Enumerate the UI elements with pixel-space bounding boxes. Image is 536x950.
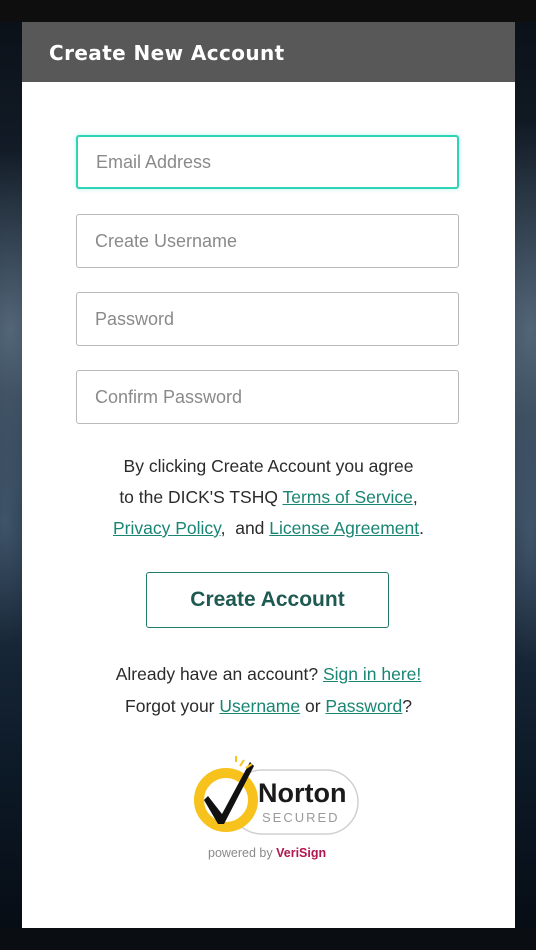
terms-text: By clicking Create Account you agree to … bbox=[52, 451, 485, 544]
signin-line: Already have an account? Sign in here! bbox=[42, 658, 495, 690]
norton-check-icon bbox=[194, 756, 258, 832]
terms-line-3: Privacy Policy, and License Agreement. bbox=[52, 513, 485, 544]
terms-comma: , bbox=[412, 487, 418, 507]
norton-brand-text: Norton bbox=[258, 778, 346, 808]
email-input[interactable] bbox=[78, 137, 457, 187]
terms-line-2: to the DICK'S TSHQ Terms of Service, bbox=[52, 482, 485, 513]
create-account-button[interactable]: Create Account bbox=[146, 572, 389, 628]
username-field[interactable] bbox=[76, 214, 459, 268]
confirm-password-field[interactable] bbox=[76, 370, 459, 424]
norton-secured-text: SECURED bbox=[262, 810, 340, 825]
password-input[interactable] bbox=[77, 293, 458, 345]
signin-text: Already have an account? Sign in here! F… bbox=[42, 658, 495, 722]
bottom-strip bbox=[0, 928, 536, 950]
terms-period: . bbox=[419, 518, 424, 538]
terms-prefix: to the DICK'S TSHQ bbox=[119, 487, 283, 507]
username-input[interactable] bbox=[77, 215, 458, 267]
forgot-password-link[interactable]: Password bbox=[325, 696, 402, 716]
signin-prefix: Already have an account? bbox=[115, 664, 323, 684]
top-strip bbox=[0, 0, 536, 22]
verisign-brand: VeriSign bbox=[276, 846, 326, 860]
password-field[interactable] bbox=[76, 292, 459, 346]
email-field[interactable] bbox=[76, 135, 459, 189]
privacy-policy-link[interactable]: Privacy Policy bbox=[113, 518, 221, 538]
forgot-or: or bbox=[300, 696, 326, 716]
norton-badge-graphic: Norton SECURED powered by VeriSign bbox=[194, 756, 359, 860]
powered-by-prefix: powered by bbox=[208, 846, 276, 860]
license-agreement-link[interactable]: License Agreement bbox=[269, 518, 419, 538]
terms-line-1: By clicking Create Account you agree bbox=[123, 456, 414, 476]
card-header: Create New Account bbox=[22, 22, 515, 82]
terms-and: , and bbox=[220, 518, 270, 538]
powered-by-text: powered by VeriSign bbox=[208, 846, 326, 860]
forgot-line: Forgot your Username or Password? bbox=[42, 690, 495, 722]
forgot-prefix: Forgot your bbox=[125, 696, 220, 716]
card-title: Create New Account bbox=[49, 41, 285, 65]
sign-in-link[interactable]: Sign in here! bbox=[323, 664, 421, 684]
forgot-question: ? bbox=[402, 696, 412, 716]
terms-of-service-link[interactable]: Terms of Service bbox=[283, 487, 413, 507]
norton-secured-badge[interactable]: Norton SECURED powered by VeriSign bbox=[178, 752, 368, 862]
forgot-username-link[interactable]: Username bbox=[219, 696, 300, 716]
confirm-password-input[interactable] bbox=[77, 371, 458, 423]
create-account-card: Create New Account By clicking Create Ac… bbox=[22, 22, 515, 928]
